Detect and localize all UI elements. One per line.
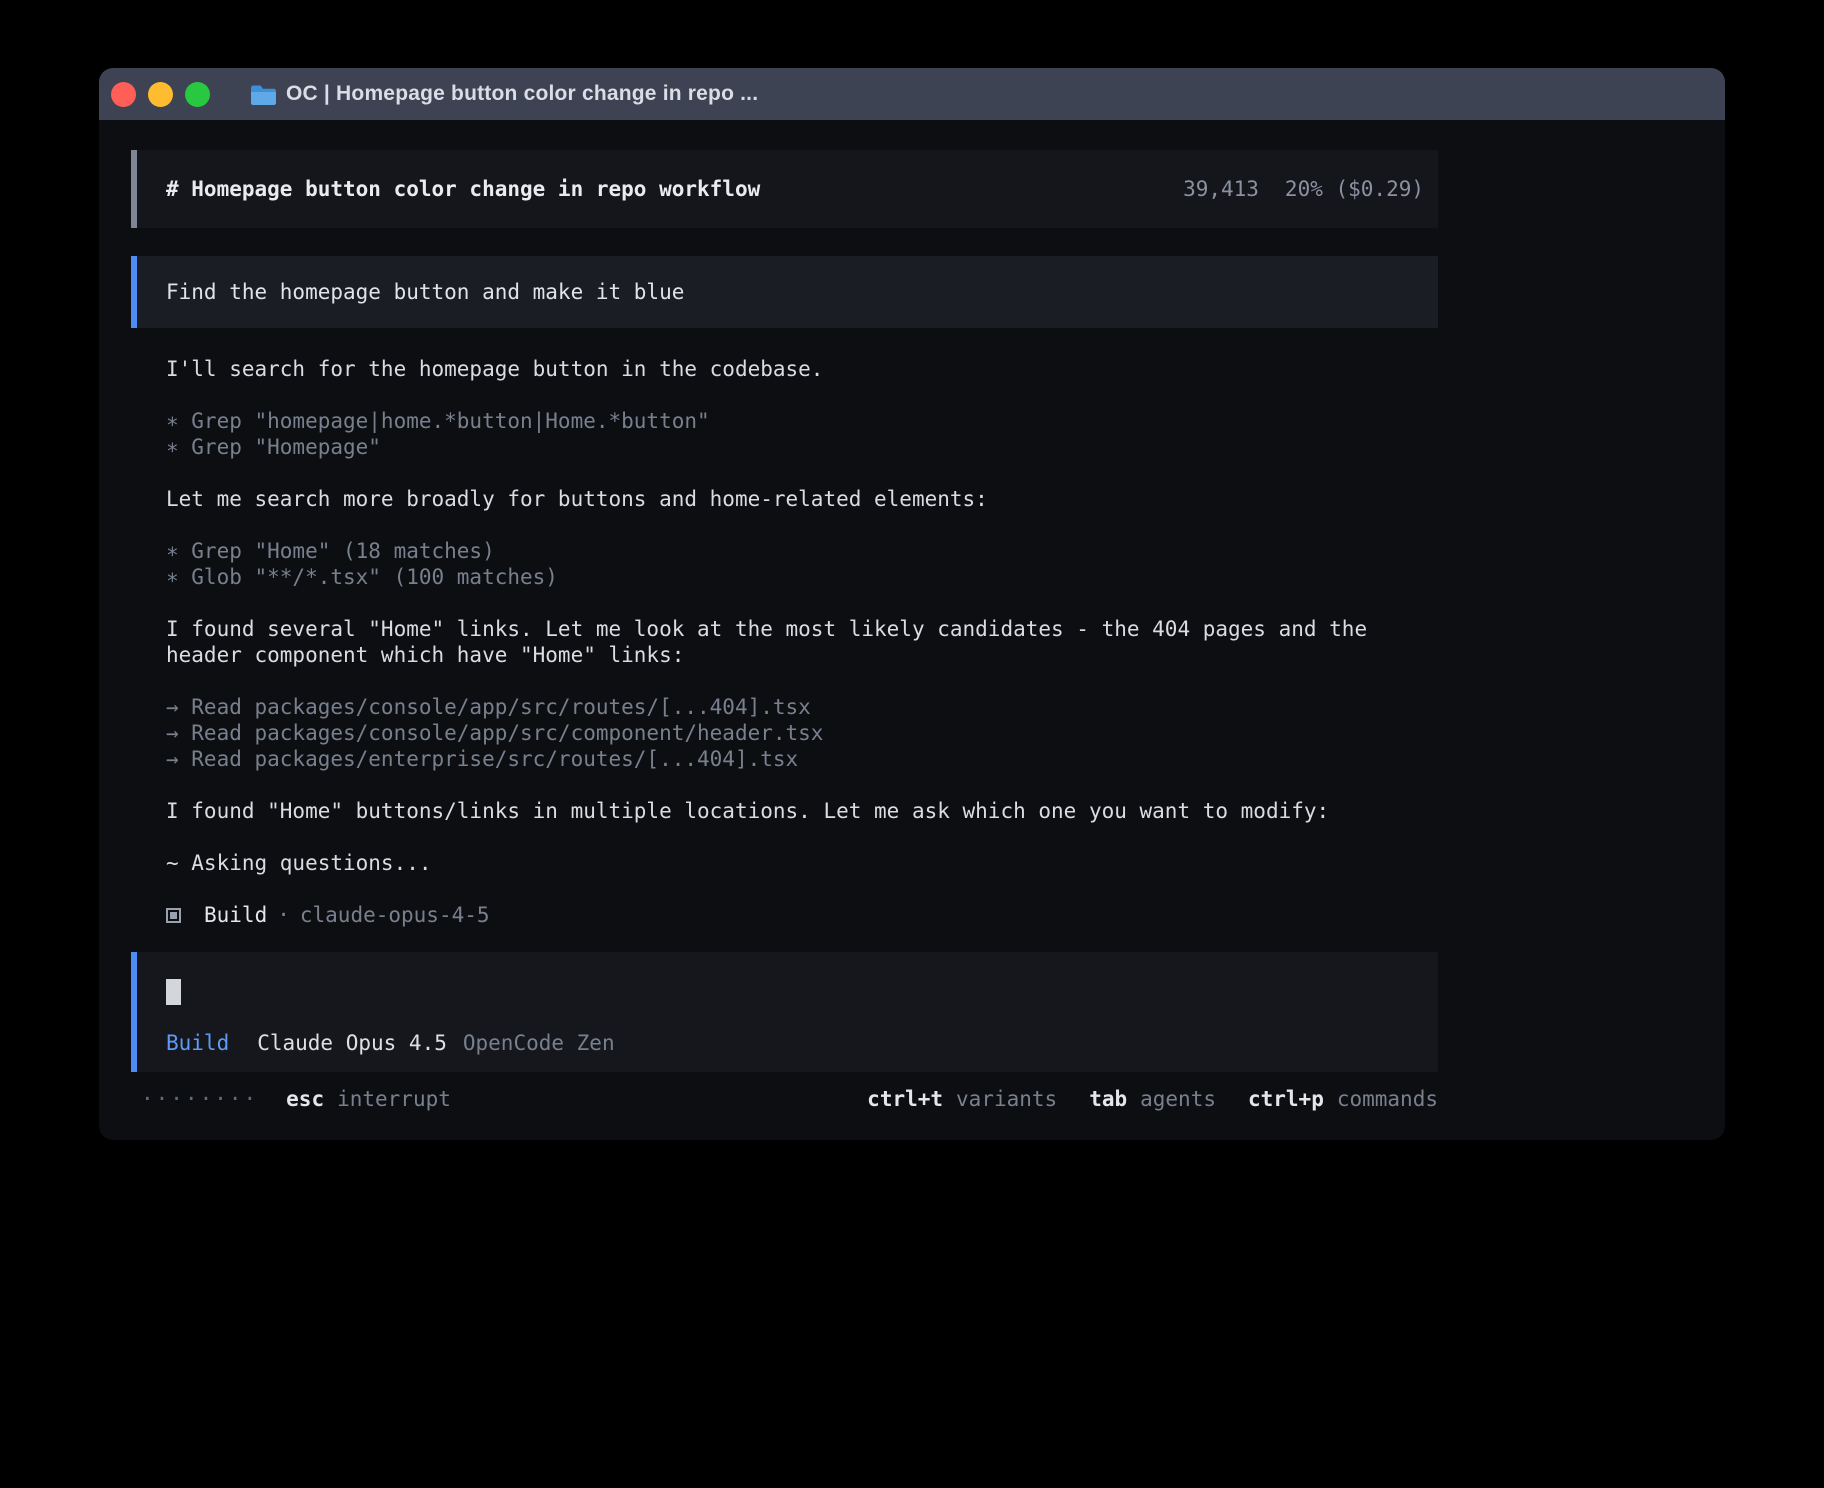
tool-call-grep: ∗ Grep "Homepage" <box>131 434 1438 460</box>
input-model-name[interactable]: Claude Opus 4.5 <box>257 1030 447 1056</box>
status-bar: ········ esc interrupt ctrl+t variants tab… <box>131 1086 1438 1112</box>
prompt-input[interactable]: Build Claude Opus 4.5 OpenCode Zen <box>131 952 1438 1072</box>
keybind-key: tab <box>1089 1086 1127 1112</box>
separator-dot-icon: · <box>277 902 290 928</box>
token-count: 39,413 <box>1183 177 1259 201</box>
tool-call-read: → Read packages/enterprise/src/routes/[.… <box>131 746 1438 772</box>
assistant-paragraph: I found "Home" buttons/links in multiple… <box>131 798 1438 824</box>
keybind-label: interrupt <box>337 1086 451 1112</box>
keybind-agents: tab agents <box>1089 1086 1216 1112</box>
close-button[interactable] <box>111 82 136 107</box>
input-provider-name: OpenCode Zen <box>463 1030 615 1056</box>
terminal-window: OC | Homepage button color change in rep… <box>99 68 1725 1140</box>
assistant-paragraph: I found several "Home" links. Let me loo… <box>131 616 1438 642</box>
agent-status-line: Build · claude-opus-4-5 <box>131 902 1438 928</box>
context-cost: 20% ($0.29) <box>1285 177 1424 201</box>
zoom-button[interactable] <box>185 82 210 107</box>
keybind-key: esc <box>286 1086 324 1112</box>
window-title: OC | Homepage button color change in rep… <box>286 82 758 106</box>
tool-call-grep: ∗ Grep "Home" (18 matches) <box>131 538 1438 564</box>
chat-column: # Homepage button color change in repo w… <box>131 150 1438 1112</box>
status-bar-left: ········ esc interrupt <box>141 1086 451 1112</box>
text-cursor <box>166 979 181 1005</box>
input-mode-build[interactable]: Build <box>166 1030 229 1056</box>
user-message: Find the homepage button and make it blu… <box>131 256 1438 328</box>
keybind-interrupt: esc interrupt <box>286 1086 451 1112</box>
minimize-button[interactable] <box>148 82 173 107</box>
keybind-label: variants <box>956 1086 1057 1112</box>
user-message-text: Find the homepage button and make it blu… <box>166 279 684 305</box>
assistant-paragraph: I'll search for the homepage button in t… <box>131 356 1438 382</box>
traffic-lights <box>111 82 222 107</box>
window-titlebar[interactable]: OC | Homepage button color change in rep… <box>99 68 1725 120</box>
keybind-variants: ctrl+t variants <box>867 1086 1057 1112</box>
agent-model: claude-opus-4-5 <box>300 902 490 928</box>
keybind-label: agents <box>1140 1086 1216 1112</box>
tool-call-glob: ∗ Glob "**/*.tsx" (100 matches) <box>131 564 1438 590</box>
tool-call-read: → Read packages/console/app/src/componen… <box>131 720 1438 746</box>
assistant-paragraph: header component which have "Home" links… <box>131 642 1438 668</box>
terminal-content: # Homepage button color change in repo w… <box>99 150 1725 1140</box>
tool-call-read: → Read packages/console/app/src/routes/[… <box>131 694 1438 720</box>
keybind-key: ctrl+p <box>1248 1086 1324 1112</box>
status-bar-right: ctrl+t variants tab agents ctrl+p commands <box>867 1086 1438 1112</box>
assistant-paragraph: Let me search more broadly for buttons a… <box>131 486 1438 512</box>
keybind-commands: ctrl+p commands <box>1248 1086 1438 1112</box>
keybind-key: ctrl+t <box>867 1086 943 1112</box>
spinner-icon: ········ <box>141 1086 258 1112</box>
agent-icon <box>166 908 181 923</box>
agent-name: Build <box>204 902 267 928</box>
desktop-background: OC | Homepage button color change in rep… <box>0 0 1824 1488</box>
keybind-label: commands <box>1337 1086 1438 1112</box>
session-header: # Homepage button color change in repo w… <box>131 150 1438 228</box>
session-stats: 39,413 20% ($0.29) <box>1031 150 1424 228</box>
session-title: # Homepage button color change in repo w… <box>166 176 760 202</box>
input-status-row: Build Claude Opus 4.5 OpenCode Zen <box>166 1030 1422 1056</box>
tool-call-grep: ∗ Grep "homepage|home.*button|Home.*butt… <box>131 408 1438 434</box>
asking-questions-status: ~ Asking questions... <box>131 850 1438 876</box>
folder-icon <box>250 83 277 106</box>
